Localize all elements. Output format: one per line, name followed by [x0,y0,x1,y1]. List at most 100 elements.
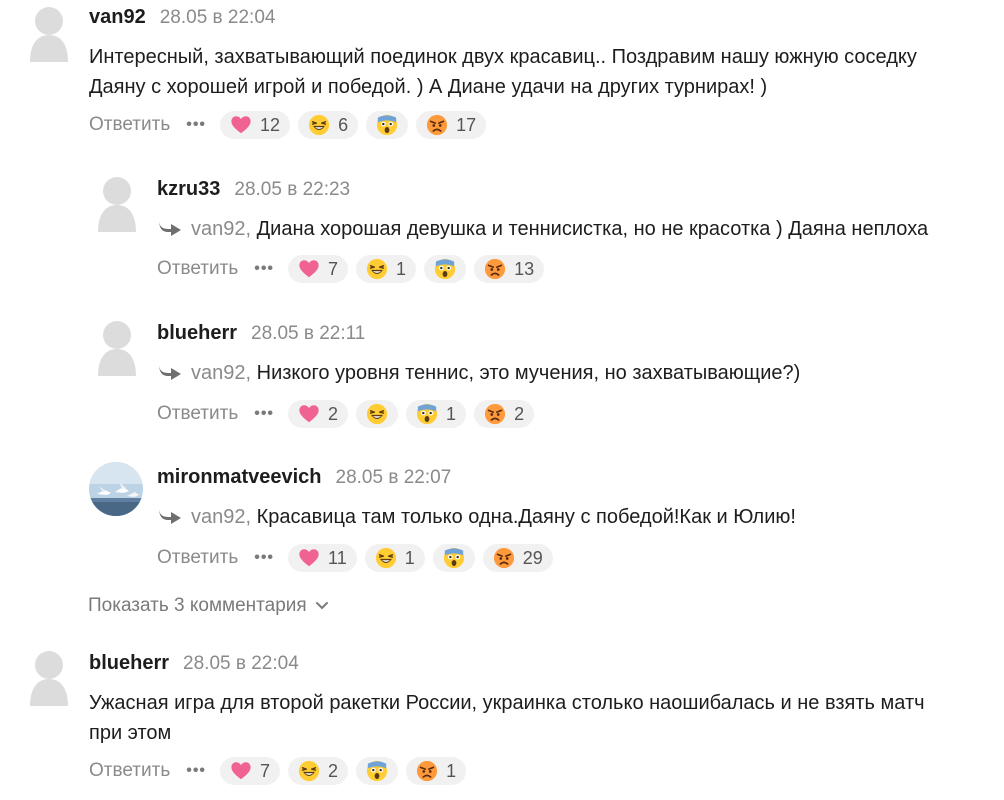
comment-text: Ужасная игра для второй ракетки России, … [89,688,979,748]
seagulls-photo-icon [89,462,143,516]
comment-date: 28.05 в 22:23 [234,179,351,200]
reaction-heart[interactable]: 12 [220,111,291,139]
more-options-icon[interactable]: ••• [254,405,274,423]
comment-username[interactable]: mironmatveevich [157,466,322,489]
reaction-shock[interactable] [356,757,399,785]
default-avatar-icon[interactable] [94,318,140,376]
reaction-angry[interactable]: 13 [474,255,545,283]
comment-text-body: Красавица там только одна.Даяну с победо… [256,506,796,528]
reply-mention[interactable]: van92, [191,362,251,384]
reaction-angry[interactable]: 29 [482,544,553,572]
reply-button[interactable]: Ответить [157,403,238,425]
more-options-icon[interactable]: ••• [254,260,274,278]
laughing-emoji-icon [375,547,397,569]
reply-button[interactable]: Ответить [89,760,170,782]
comment-username[interactable]: kzru33 [157,178,220,201]
reaction-angry[interactable]: 17 [416,111,487,139]
reaction-shock[interactable] [424,255,467,283]
shocked-emoji-icon [416,403,438,425]
laughing-emoji-icon [366,258,388,280]
comment-text-body: Низкого уровня теннис, это мучения, но з… [256,362,801,384]
angry-emoji-icon [493,547,515,569]
reaction-laugh[interactable]: 1 [356,255,417,283]
shocked-emoji-icon [434,258,456,280]
more-options-icon[interactable]: ••• [186,116,206,134]
comment-text: van92, Красавица там только одна.Даяну с… [157,502,1004,532]
show-more-label: Показать 3 комментария [88,595,307,616]
comment-text: Интересный, захватывающий поединок двух … [89,42,979,102]
reply-button[interactable]: Ответить [89,114,170,136]
chevron-down-icon [315,602,328,610]
shocked-emoji-icon [443,547,465,569]
comment-text-line: Интересный, захватывающий поединок двух … [89,46,917,68]
reaction-count: 2 [328,403,339,424]
reaction-laugh[interactable] [356,400,399,428]
comment-text-line: Даяну с хорошей игрой и победой. ) А Диа… [89,76,768,98]
reaction-count: 1 [396,258,407,279]
reply-button[interactable]: Ответить [157,547,238,569]
laughing-emoji-icon [308,114,330,136]
reaction-count: 12 [260,114,281,135]
comment-date: 28.05 в 22:04 [183,653,299,674]
reaction-angry[interactable]: 2 [474,400,535,428]
user-photo-avatar[interactable] [89,462,143,516]
reaction-count: 13 [514,258,535,279]
comment-username[interactable]: blueherr [89,652,169,675]
reaction-count: 17 [456,114,477,135]
reply-arrow-icon [157,217,183,237]
reaction-count: 2 [328,760,339,781]
comment-username[interactable]: van92 [89,6,146,29]
heart-emoji-icon [230,114,252,136]
reaction-angry[interactable]: 1 [406,757,467,785]
comment-text-line: при этом [89,722,172,744]
reaction-heart[interactable]: 7 [288,255,349,283]
comment-text-line: Ужасная игра для второй ракетки России, … [89,692,925,714]
reply-button[interactable]: Ответить [157,258,238,280]
angry-emoji-icon [416,760,438,782]
reaction-heart[interactable]: 2 [288,400,349,428]
reaction-count: 6 [338,114,349,135]
reply-arrow-icon [157,505,183,525]
comment-text-body: Диана хорошая девушка и теннисистка, но … [256,218,929,240]
heart-emoji-icon [298,547,320,569]
comment-date: 28.05 в 22:07 [335,467,452,488]
heart-emoji-icon [298,403,320,425]
reaction-count: 7 [328,258,339,279]
reply-mention[interactable]: van92, [191,218,251,240]
more-options-icon[interactable]: ••• [254,549,274,567]
heart-emoji-icon [230,760,252,782]
reaction-shock[interactable] [432,544,475,572]
reply-arrow-icon [157,361,183,381]
default-avatar-icon[interactable] [94,174,140,232]
comment-text: van92, Низкого уровня теннис, это мучени… [157,358,1004,388]
laughing-emoji-icon [366,403,388,425]
shocked-emoji-icon [376,114,398,136]
default-avatar-icon[interactable] [26,648,72,706]
comment-date: 28.05 в 22:11 [251,323,366,344]
comment-date: 28.05 в 22:04 [159,7,276,28]
comment-text: van92, Диана хорошая девушка и теннисист… [157,214,1004,244]
comment-username[interactable]: blueherr [157,322,237,345]
reaction-count: 1 [404,547,415,568]
reaction-laugh[interactable]: 1 [364,544,425,572]
more-options-icon[interactable]: ••• [186,762,206,780]
laughing-emoji-icon [298,760,320,782]
reaction-heart[interactable]: 11 [288,544,357,572]
default-avatar-icon[interactable] [26,4,72,62]
angry-emoji-icon [484,403,506,425]
reaction-count: 1 [446,403,457,424]
reaction-heart[interactable]: 7 [220,757,281,785]
heart-emoji-icon [298,258,320,280]
reaction-laugh[interactable]: 6 [298,111,359,139]
reaction-count: 2 [514,403,525,424]
reaction-shock[interactable] [366,111,409,139]
reaction-laugh[interactable]: 2 [288,757,349,785]
reply-mention[interactable]: van92, [191,506,251,528]
shocked-emoji-icon [366,760,388,782]
angry-emoji-icon [484,258,506,280]
reaction-count: 7 [260,760,271,781]
show-more-comments-button[interactable]: Показать 3 комментария [88,595,329,617]
reaction-count: 29 [522,547,543,568]
reaction-shock[interactable]: 1 [406,400,467,428]
reaction-count: 1 [446,760,457,781]
